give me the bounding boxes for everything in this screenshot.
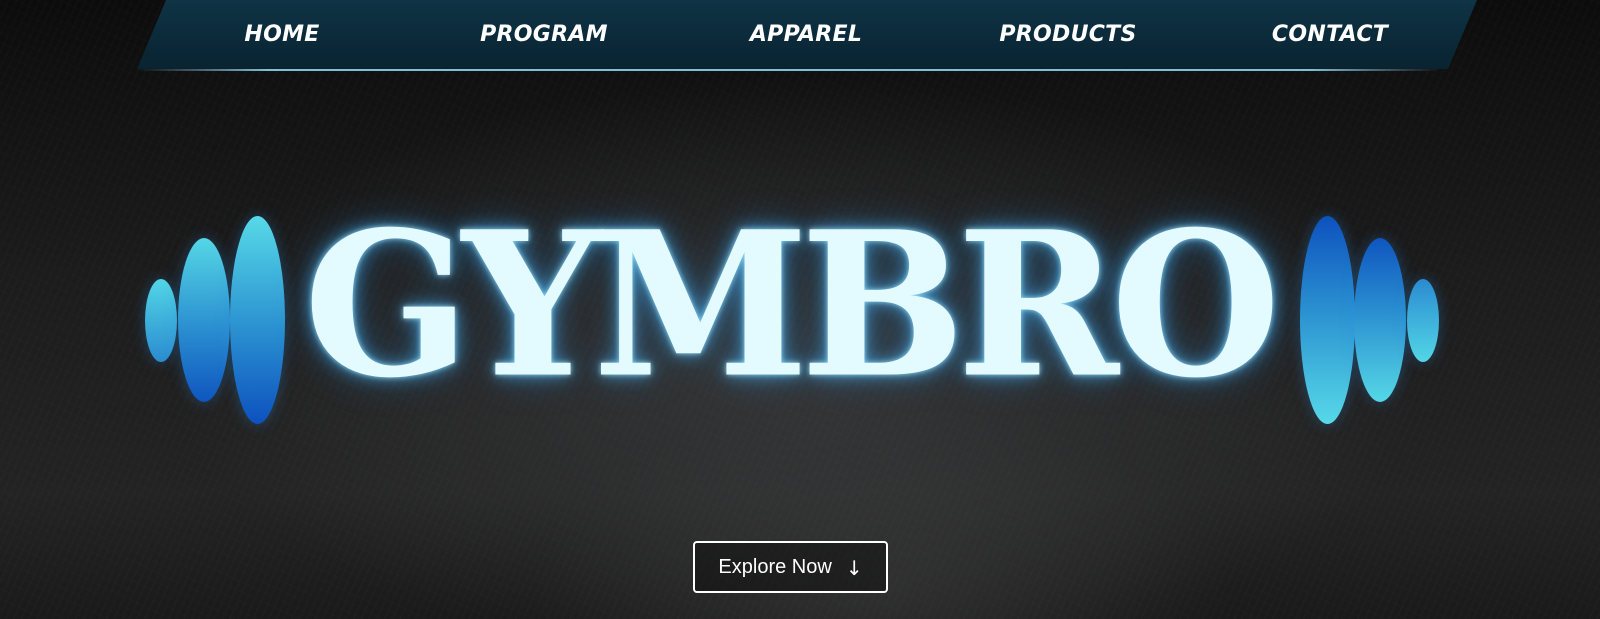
logo-left-ellipse-medium	[178, 238, 230, 402]
logo-left-ellipse-large	[230, 216, 285, 424]
explore-now-button[interactable]: Explore Now ↓	[693, 541, 888, 593]
brand-logo: GYMBRO	[0, 0, 1600, 619]
logo-wordmark: GYMBRO	[303, 187, 1281, 422]
explore-now-label: Explore Now	[718, 555, 832, 578]
arrow-down-icon: ↓	[845, 556, 863, 580]
logo-right-ellipse-small	[1407, 279, 1439, 362]
logo-left-ellipse-small	[145, 279, 177, 362]
logo-right-ellipse-large	[1300, 216, 1355, 424]
logo-right-ellipse-medium	[1354, 238, 1406, 402]
page: HOME PROGRAM APPAREL PRODUCTS CONTACT GY…	[0, 0, 1600, 619]
